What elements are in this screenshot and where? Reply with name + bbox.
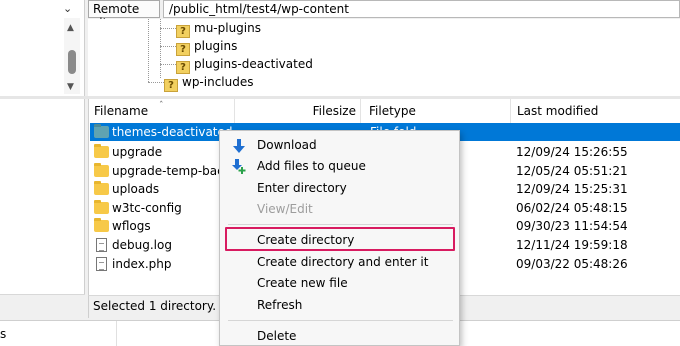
- file-modified: 12/05/24 05:51:21: [516, 164, 628, 178]
- menu-item-refresh[interactable]: Refresh: [220, 295, 459, 316]
- column-header-filetype[interactable]: Filetype: [361, 99, 511, 123]
- folder-icon: [94, 163, 109, 177]
- remote-tree-pane[interactable]: ? mu-plugins ? plugins ? plugins-deactivate…: [88, 19, 680, 96]
- chevron-down-icon[interactable]: ⌄: [63, 2, 72, 15]
- remote-path-input[interactable]: /public_html/test4/wp-content: [163, 0, 680, 18]
- column-header-filename[interactable]: ˆ Filename: [89, 99, 235, 123]
- tree-item-plugins-deactivated[interactable]: ? plugins-deactivated: [176, 55, 313, 74]
- menu-item-label: Refresh: [257, 298, 303, 312]
- menu-item-label: Create new file: [257, 276, 348, 290]
- menu-item-add-to-queue[interactable]: Add files to queue: [220, 156, 459, 177]
- scrollbar-thumb[interactable]: [68, 50, 76, 74]
- file-modified: 12/11/24 19:59:18: [516, 238, 628, 252]
- tree-item-label: plugins: [194, 39, 238, 53]
- menu-item-label: Delete: [257, 329, 297, 343]
- download-icon: [233, 139, 245, 153]
- column-header-filesize[interactable]: Filesize: [235, 99, 361, 123]
- scroll-up-icon[interactable]: ▲: [67, 23, 74, 33]
- unknown-folder-icon: ?: [164, 79, 178, 92]
- menu-item-view-edit: View/Edit: [220, 199, 459, 220]
- folder-icon: [94, 200, 109, 214]
- menu-item-label: Create directory and enter it: [257, 255, 429, 269]
- remote-site-label: Remote site:: [88, 0, 160, 30]
- remote-site-bar: Remote site: /public_html/test4/wp-conte…: [88, 0, 680, 30]
- menu-separator: [228, 224, 453, 225]
- file-name: wflogs: [112, 219, 151, 233]
- tree-item-plugins[interactable]: ? plugins: [176, 37, 238, 56]
- file-modified: 09/03/22 05:48:26: [516, 257, 628, 271]
- context-menu: Download Add files to queue Enter direct…: [219, 130, 460, 346]
- menu-item-label: Download: [257, 138, 317, 152]
- file-icon: [96, 257, 107, 271]
- folder-icon: [94, 144, 109, 158]
- local-tree-pane[interactable]: ⌄ ▲ ▼: [0, 0, 85, 96]
- menu-item-create-new-file[interactable]: Create new file: [220, 273, 459, 294]
- tree-item-mu-plugins[interactable]: ? mu-plugins: [176, 19, 261, 38]
- file-name: index.php: [112, 257, 172, 271]
- folder-icon: [94, 181, 109, 195]
- menu-item-delete[interactable]: Delete: [220, 326, 459, 346]
- menu-item-enter-directory[interactable]: Enter directory: [220, 178, 459, 199]
- local-scrollbar[interactable]: ▲ ▼: [64, 18, 80, 94]
- status-text: Selected 1 directory.: [93, 299, 217, 313]
- tree-item-label: plugins-deactivated: [194, 57, 313, 71]
- highlight-box: [225, 227, 455, 251]
- folder-icon: [94, 124, 109, 138]
- tree-item-wp-includes[interactable]: ? wp-includes: [164, 73, 254, 92]
- sort-ascending-icon: ˆ: [159, 101, 164, 111]
- file-name: uploads: [112, 182, 160, 196]
- folder-icon: [94, 218, 109, 232]
- file-modified: 12/09/24 15:26:55: [516, 145, 628, 159]
- file-name: upgrade: [112, 145, 163, 159]
- local-status-bar: [0, 294, 85, 318]
- file-name: themes-deactivated: [112, 125, 233, 139]
- menu-item-label: Enter directory: [257, 181, 347, 195]
- file-name: debug.log: [112, 238, 172, 252]
- local-file-pane[interactable]: [0, 98, 85, 318]
- file-modified: 06/02/24 05:48:15: [516, 201, 628, 215]
- file-modified: 12/09/24 15:25:31: [516, 182, 628, 196]
- file-modified: 09/30/23 11:54:54: [516, 219, 628, 233]
- menu-item-download[interactable]: Download: [220, 135, 459, 156]
- menu-item-create-directory-and-enter[interactable]: Create directory and enter it: [220, 252, 459, 273]
- file-name: w3tc-config: [112, 201, 182, 215]
- queue-column-label: s: [0, 327, 7, 341]
- tree-item-label: wp-includes: [182, 75, 254, 89]
- menu-item-label: Add files to queue: [257, 159, 366, 173]
- file-icon: [96, 238, 107, 252]
- scroll-down-icon[interactable]: ▼: [67, 82, 74, 92]
- menu-separator: [228, 320, 453, 321]
- tree-item-label: mu-plugins: [194, 21, 261, 35]
- column-header-last-modified[interactable]: Last modified: [511, 99, 680, 123]
- add-to-queue-icon: [232, 159, 246, 174]
- menu-item-label: View/Edit: [257, 202, 313, 216]
